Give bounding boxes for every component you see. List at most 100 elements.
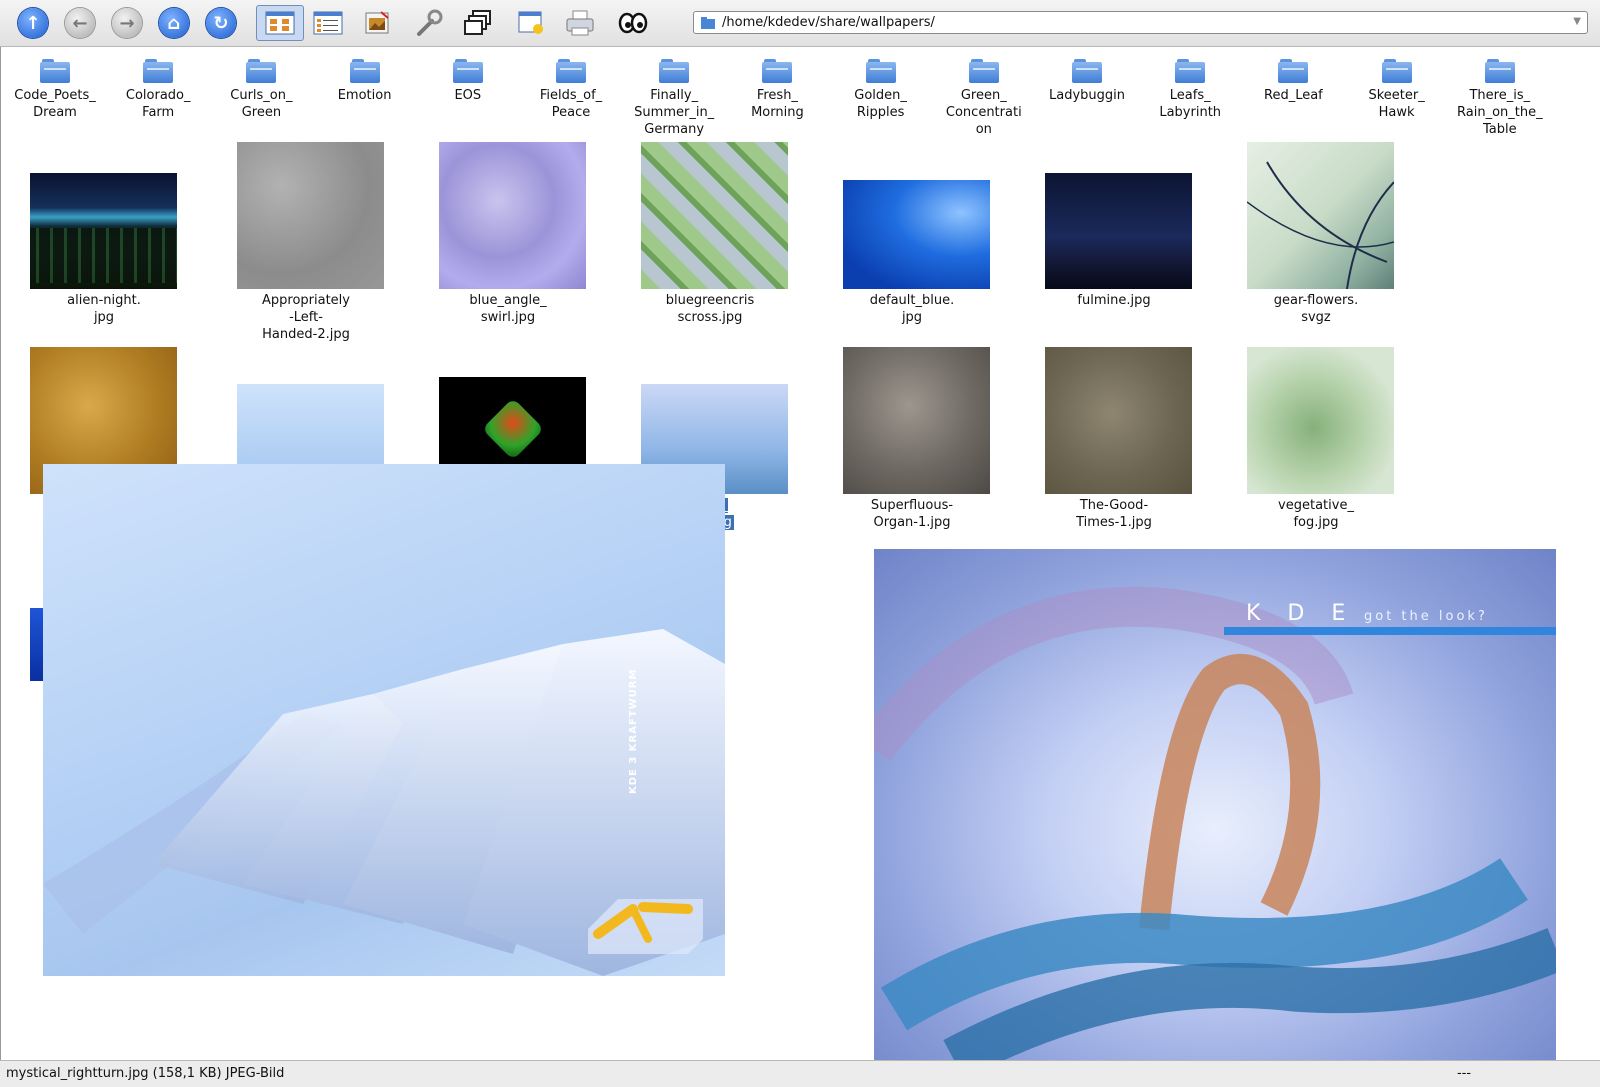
- location-bar[interactable]: /home/kdedev/share/wallpapers/ ▼: [693, 11, 1588, 34]
- folder-icon[interactable]: [762, 59, 793, 83]
- kraftwurm-logo: [588, 899, 703, 954]
- eyes-button[interactable]: [614, 5, 652, 41]
- folder-icon[interactable]: [1381, 59, 1412, 83]
- folder-label[interactable]: Red_Leaf: [1243, 87, 1343, 104]
- location-text[interactable]: /home/kdedev/share/wallpapers/: [722, 15, 935, 30]
- kraftwurm-watermark: KDE 3 KRAFTWURM: [628, 668, 639, 794]
- file-label[interactable]: Appropriately -Left- Handed-2.jpg: [241, 292, 371, 343]
- folder-label[interactable]: Colorado_ Farm: [108, 87, 208, 121]
- thumbnail-alien-night[interactable]: [30, 173, 177, 289]
- folder-icon[interactable]: [1175, 59, 1206, 83]
- image-preview-icon: [365, 11, 389, 34]
- folder-icon[interactable]: [1484, 59, 1515, 83]
- folder-icon[interactable]: [1278, 59, 1309, 83]
- forward-button[interactable]: →: [108, 5, 146, 41]
- folder-icon[interactable]: [143, 59, 174, 83]
- folder-icon[interactable]: [865, 59, 896, 83]
- print-icon: [566, 10, 594, 36]
- new-window-icon: [518, 11, 543, 34]
- thumbnail-default-blue[interactable]: [843, 180, 990, 289]
- file-label[interactable]: Superfluous- Organ-1.jpg: [847, 497, 977, 531]
- kde-banner-title: K D E: [1246, 601, 1356, 626]
- new-window-button[interactable]: [512, 5, 550, 41]
- thumbnail-gear-flowers[interactable]: [1247, 142, 1394, 289]
- file-label-text: blue_angle_ swirl.jpg: [469, 293, 547, 325]
- folder-label[interactable]: Golden_ Ripples: [831, 87, 931, 121]
- file-label-text: gear-flowers. svgz: [1273, 293, 1359, 325]
- windows-button[interactable]: [458, 5, 496, 41]
- image-preview-button[interactable]: [358, 5, 396, 41]
- file-label[interactable]: alien-night. jpg: [39, 292, 169, 326]
- icon-view-icon: [265, 11, 295, 35]
- file-label-text: Superfluous- Organ-1.jpg: [870, 498, 954, 530]
- folder-icon[interactable]: [659, 59, 690, 83]
- file-label[interactable]: bluegreencris scross.jpg: [645, 292, 775, 326]
- thumbnail-superfluous-organ[interactable]: [843, 347, 990, 494]
- chevron-down-icon[interactable]: ▼: [1573, 16, 1581, 27]
- file-label-text: Appropriately -Left- Handed-2.jpg: [262, 293, 350, 342]
- up-icon: ↑: [18, 8, 48, 38]
- folder-icon[interactable]: [246, 59, 277, 83]
- status-file-info: mystical_rightturn.jpg (158,1 KB) JPEG-B…: [6, 1066, 285, 1081]
- thumbnail-the-good-times[interactable]: [1045, 347, 1192, 494]
- kde-banner-tagline: got the look?: [1364, 609, 1488, 624]
- home-icon: ⌂: [159, 8, 189, 38]
- thumbnail-fulmine[interactable]: [1045, 173, 1192, 289]
- folder-label[interactable]: EOS: [418, 87, 518, 104]
- folder-label[interactable]: Finally_ Summer_in_ Germany: [624, 87, 724, 138]
- folder-label[interactable]: There_is_ Rain_on_the_ Table: [1450, 87, 1550, 138]
- folder-label[interactable]: Green_ Concentrati on: [934, 87, 1034, 138]
- file-label[interactable]: fulmine.jpg: [1049, 292, 1179, 309]
- windows-icon: [464, 10, 491, 35]
- detail-view-button[interactable]: [308, 5, 348, 41]
- file-label[interactable]: gear-flowers. svgz: [1251, 292, 1381, 326]
- toolbar: ↑ ← → ⌂ ↻ /home/kdedev/share/wallpapers/…: [0, 0, 1600, 47]
- thumbnail-blue-angle-swirl[interactable]: [439, 142, 586, 289]
- thumbnail-partial-blue[interactable]: [30, 608, 44, 681]
- folder-label[interactable]: Code_Poets_ Dream: [5, 87, 105, 121]
- folder-icon[interactable]: [1072, 59, 1102, 83]
- eyes-icon: [618, 12, 648, 34]
- configure-button[interactable]: [410, 5, 448, 41]
- folder-icon[interactable]: [40, 59, 70, 83]
- folder-label[interactable]: Emotion: [315, 87, 415, 104]
- thumbnail-bluegreencrisscross[interactable]: [641, 142, 788, 289]
- folder-label[interactable]: Curls_on_ Green: [211, 87, 311, 121]
- print-button[interactable]: [561, 5, 599, 41]
- status-bar: mystical_rightturn.jpg (158,1 KB) JPEG-B…: [0, 1060, 1600, 1087]
- folder-label[interactable]: Skeeter_ Hawk: [1347, 87, 1447, 121]
- folder-icon[interactable]: [968, 59, 999, 83]
- home-button[interactable]: ⌂: [155, 5, 193, 41]
- reload-icon: ↻: [206, 8, 236, 38]
- folder-icon[interactable]: [452, 59, 483, 83]
- folder-icon[interactable]: [556, 59, 586, 83]
- reload-button[interactable]: ↻: [202, 5, 240, 41]
- settings-wrench-icon: [417, 9, 443, 36]
- spiral-shapes: [874, 586, 1556, 1060]
- icon-view-button[interactable]: [256, 5, 304, 41]
- detail-view-icon: [313, 11, 343, 35]
- kde-banner-bar: [1224, 627, 1556, 635]
- back-button[interactable]: ←: [61, 5, 99, 41]
- file-label[interactable]: The-Good- Times-1.jpg: [1049, 497, 1179, 531]
- folder-label[interactable]: Ladybuggin: [1037, 87, 1137, 104]
- file-label[interactable]: blue_angle_ swirl.jpg: [443, 292, 573, 326]
- forward-icon: →: [112, 8, 142, 38]
- thumbnail-appropriately-left-handed[interactable]: [237, 142, 384, 289]
- file-view[interactable]: Code_Poets_ Dream Colorado_ Farm Curls_on_…: [0, 47, 1600, 1060]
- file-label-text: vegetative_ fog.jpg: [1278, 498, 1354, 530]
- folder-label[interactable]: Leafs_ Labyrinth: [1140, 87, 1240, 121]
- folder-label[interactable]: Fields_of_ Peace: [521, 87, 621, 121]
- image-preview-right: K D E got the look?: [874, 549, 1556, 1060]
- file-label[interactable]: vegetative_ fog.jpg: [1251, 497, 1381, 531]
- back-icon: ←: [65, 8, 95, 38]
- folder-icon[interactable]: [349, 59, 380, 83]
- thumbnail-vegetative-fog[interactable]: [1247, 347, 1394, 494]
- file-label-text: default_blue. jpg: [869, 293, 955, 325]
- status-right: ---: [1457, 1066, 1472, 1081]
- up-button[interactable]: ↑: [14, 5, 52, 41]
- file-label-text: The-Good- Times-1.jpg: [1076, 498, 1152, 530]
- file-label[interactable]: default_blue. jpg: [847, 292, 977, 326]
- image-preview-left: KDE 3 KRAFTWURM: [43, 464, 725, 976]
- folder-label[interactable]: Fresh_ Morning: [727, 87, 827, 121]
